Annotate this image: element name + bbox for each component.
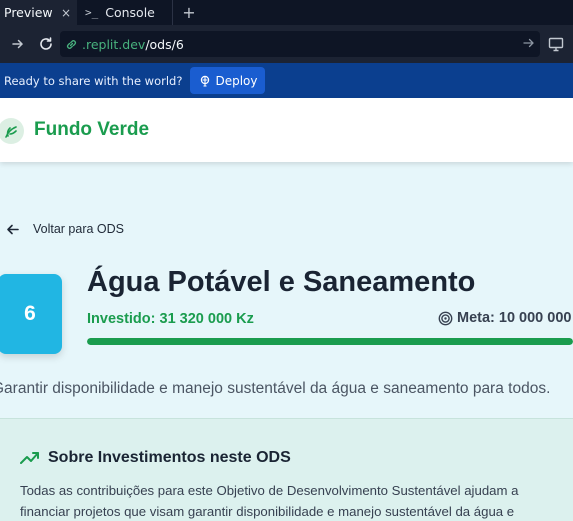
url-domain: .replit.dev — [82, 36, 146, 52]
goal-amount: Meta: 10 000 000 — [438, 310, 571, 326]
page-title: Água Potável e Saneamento — [87, 266, 476, 298]
trending-up-icon — [20, 452, 39, 464]
console-icon: >_ — [85, 6, 99, 19]
device-preview-button[interactable] — [542, 30, 570, 58]
ods-description: Garantir disponibilidade e manejo susten… — [0, 380, 551, 397]
arrow-right-icon[interactable] — [522, 36, 536, 50]
ods-number-badge: 6 — [0, 274, 62, 354]
close-icon[interactable]: × — [61, 6, 71, 20]
deploy-button[interactable]: Deploy — [190, 67, 266, 94]
reload-button[interactable] — [32, 30, 60, 58]
site-header: Fundo Verde — [0, 98, 573, 162]
back-link-label: Voltar para ODS — [33, 222, 125, 236]
info-card-header: Sobre Investimentos neste ODS — [20, 449, 291, 467]
new-tab-button[interactable]: + — [173, 0, 205, 25]
deploy-banner: Ready to share with the world? Deploy — [0, 63, 573, 98]
reload-icon — [40, 37, 52, 50]
investment-progress-bar — [87, 338, 573, 345]
tab-console-label: Console — [105, 5, 155, 20]
arrow-left-icon — [7, 224, 19, 234]
url-field[interactable]: .replit.dev/ods/6 — [60, 31, 540, 57]
deploy-icon — [201, 75, 210, 87]
address-bar-row: .replit.dev/ods/6 — [0, 25, 573, 63]
url-path: /ods/6 — [145, 36, 184, 52]
link-icon — [66, 39, 77, 49]
monitor-icon — [548, 37, 564, 51]
investment-progress-fill — [87, 338, 573, 345]
goal-amount-text: Meta: 10 000 000 — [457, 310, 572, 326]
invested-amount: Investido: 31 320 000 Kz — [87, 311, 254, 327]
tab-preview-label: Preview — [4, 5, 53, 20]
brand-name[interactable]: Fundo Verde — [34, 119, 149, 141]
tab-console[interactable]: >_ Console — [77, 0, 173, 25]
info-card-body: Todas as contribuições para este Objetiv… — [20, 483, 519, 519]
target-icon — [438, 311, 453, 325]
deploy-prompt-text: Ready to share with the world? — [4, 73, 183, 88]
deploy-button-label: Deploy — [215, 73, 258, 88]
logo[interactable] — [0, 118, 24, 144]
browser-tab-bar: Preview × >_ Console + — [0, 0, 573, 25]
arrow-right-icon — [12, 39, 24, 49]
leaf-icon — [5, 126, 17, 138]
forward-button[interactable] — [4, 30, 32, 58]
back-link[interactable]: Voltar para ODS — [6, 222, 124, 236]
info-card-title: Sobre Investimentos neste ODS — [48, 449, 291, 466]
tab-preview[interactable]: Preview × — [0, 0, 77, 25]
